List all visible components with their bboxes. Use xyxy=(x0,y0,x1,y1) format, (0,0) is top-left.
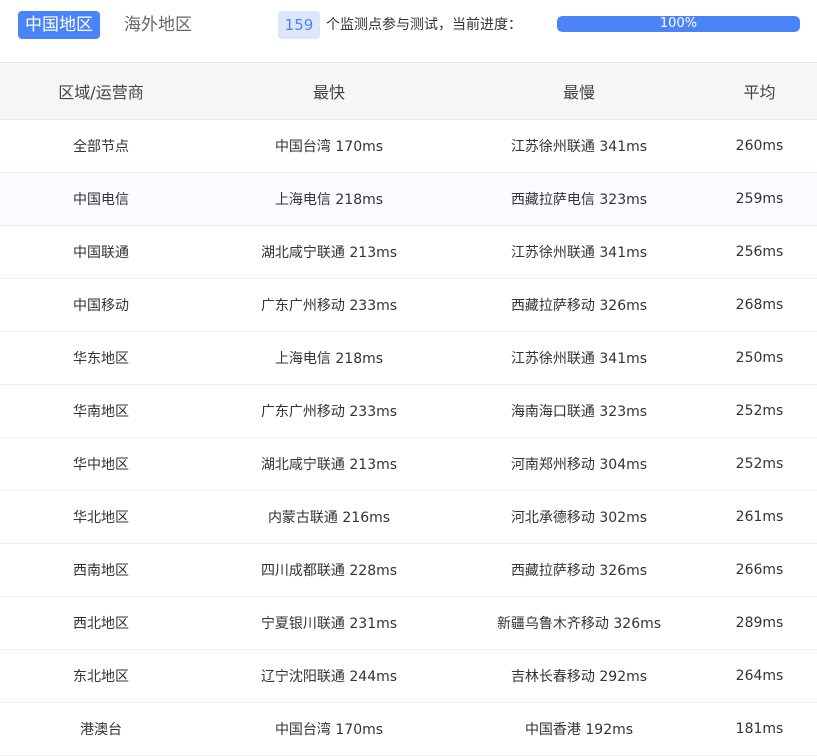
slowest-cell: 河南郑州移动 304ms xyxy=(456,437,702,491)
table-row: 中国联通 湖北咸宁联通 213ms 江苏徐州联通 341ms 256ms xyxy=(0,225,817,279)
fastest-cell: 内蒙古联通 216ms xyxy=(202,490,456,544)
average-cell: 261ms xyxy=(702,490,817,544)
region-cell: 西北地区 xyxy=(0,596,202,650)
slowest-cell: 西藏拉萨移动 326ms xyxy=(456,543,702,597)
header-region: 区域/运营商 xyxy=(0,62,202,120)
table-row: 港澳台 中国台湾 170ms 中国香港 192ms 181ms xyxy=(0,702,817,756)
table-row: 全部节点 中国台湾 170ms 江苏徐州联通 341ms 260ms xyxy=(0,119,817,173)
slowest-cell: 江苏徐州联通 341ms xyxy=(456,331,702,385)
fastest-cell: 上海电信 218ms xyxy=(202,172,456,226)
region-cell: 全部节点 xyxy=(0,119,202,173)
region-cell: 中国电信 xyxy=(0,172,202,226)
fastest-cell: 广东广州移动 233ms xyxy=(202,278,456,332)
average-cell: 252ms xyxy=(702,437,817,491)
table-row: 中国电信 上海电信 218ms 西藏拉萨电信 323ms 259ms xyxy=(0,172,817,226)
table-row: 西南地区 四川成都联通 228ms 西藏拉萨移动 326ms 266ms xyxy=(0,543,817,597)
table-row: 华北地区 内蒙古联通 216ms 河北承德移动 302ms 261ms xyxy=(0,490,817,544)
region-cell: 华中地区 xyxy=(0,437,202,491)
region-cell: 东北地区 xyxy=(0,649,202,703)
header-fastest: 最快 xyxy=(202,62,456,120)
average-cell: 181ms xyxy=(702,702,817,756)
slowest-cell: 河北承德移动 302ms xyxy=(456,490,702,544)
status-text: 个监测点参与测试，当前进度： xyxy=(326,17,522,33)
average-cell: 266ms xyxy=(702,543,817,597)
slowest-cell: 海南海口联通 323ms xyxy=(456,384,702,438)
results-table: 区域/运营商 最快 最慢 平均 全部节点 中国台湾 170ms 江苏徐州联通 341… xyxy=(0,62,817,756)
average-cell: 268ms xyxy=(702,278,817,332)
fastest-cell: 广东广州移动 233ms xyxy=(202,384,456,438)
region-cell: 华南地区 xyxy=(0,384,202,438)
monitor-count-badge: 159 xyxy=(278,11,320,39)
slowest-cell: 西藏拉萨移动 326ms xyxy=(456,278,702,332)
slowest-cell: 新疆乌鲁木齐移动 326ms xyxy=(456,596,702,650)
average-cell: 260ms xyxy=(702,119,817,173)
tab-china[interactable]: 中国地区 xyxy=(18,11,100,39)
fastest-cell: 中国台湾 170ms xyxy=(202,702,456,756)
region-cell: 西南地区 xyxy=(0,543,202,597)
fastest-cell: 湖北咸宁联通 213ms xyxy=(202,225,456,279)
average-cell: 256ms xyxy=(702,225,817,279)
table-row: 华南地区 广东广州移动 233ms 海南海口联通 323ms 252ms xyxy=(0,384,817,438)
fastest-cell: 宁夏银川联通 231ms xyxy=(202,596,456,650)
slowest-cell: 中国香港 192ms xyxy=(456,702,702,756)
region-cell: 中国移动 xyxy=(0,278,202,332)
table-row: 华东地区 上海电信 218ms 江苏徐州联通 341ms 250ms xyxy=(0,331,817,385)
slowest-cell: 西藏拉萨电信 323ms xyxy=(456,172,702,226)
region-cell: 港澳台 xyxy=(0,702,202,756)
fastest-cell: 辽宁沈阳联通 244ms xyxy=(202,649,456,703)
table-row: 华中地区 湖北咸宁联通 213ms 河南郑州移动 304ms 252ms xyxy=(0,437,817,491)
table-row: 东北地区 辽宁沈阳联通 244ms 吉林长春移动 292ms 264ms xyxy=(0,649,817,703)
progress-bar: 100% xyxy=(557,16,800,32)
fastest-cell: 上海电信 218ms xyxy=(202,331,456,385)
header-slowest: 最慢 xyxy=(456,62,702,120)
average-cell: 289ms xyxy=(702,596,817,650)
average-cell: 250ms xyxy=(702,331,817,385)
fastest-cell: 中国台湾 170ms xyxy=(202,119,456,173)
progress-fill: 100% xyxy=(557,16,800,32)
fastest-cell: 湖北咸宁联通 213ms xyxy=(202,437,456,491)
slowest-cell: 江苏徐州联通 341ms xyxy=(456,119,702,173)
slowest-cell: 江苏徐州联通 341ms xyxy=(456,225,702,279)
toolbar: 中国地区 海外地区 159 个监测点参与测试，当前进度： 100% xyxy=(0,0,817,62)
fastest-cell: 四川成都联通 228ms xyxy=(202,543,456,597)
region-cell: 华东地区 xyxy=(0,331,202,385)
region-cell: 华北地区 xyxy=(0,490,202,544)
header-average: 平均 xyxy=(702,62,817,120)
average-cell: 252ms xyxy=(702,384,817,438)
average-cell: 264ms xyxy=(702,649,817,703)
slowest-cell: 吉林长春移动 292ms xyxy=(456,649,702,703)
average-cell: 259ms xyxy=(702,172,817,226)
tab-overseas[interactable]: 海外地区 xyxy=(117,11,199,39)
table-row: 中国移动 广东广州移动 233ms 西藏拉萨移动 326ms 268ms xyxy=(0,278,817,332)
table-row: 西北地区 宁夏银川联通 231ms 新疆乌鲁木齐移动 326ms 289ms xyxy=(0,596,817,650)
region-cell: 中国联通 xyxy=(0,225,202,279)
